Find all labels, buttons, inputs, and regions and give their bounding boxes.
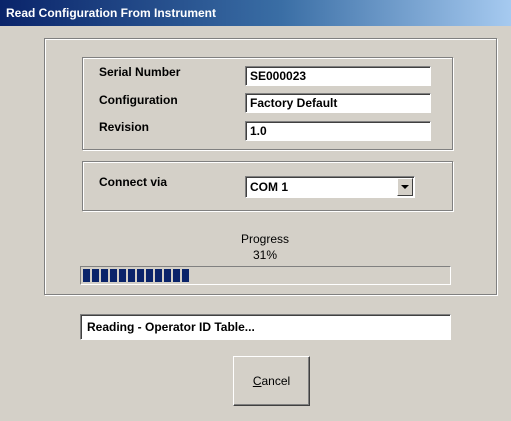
- title-bar[interactable]: Read Configuration From Instrument: [0, 0, 511, 26]
- revision-label: Revision: [99, 120, 150, 134]
- progress-bar-fill: [83, 269, 191, 282]
- dialog-window: Read Configuration From Instrument Seria…: [0, 0, 511, 421]
- progress-percent: 31%: [252, 248, 278, 262]
- configuration-label: Configuration: [99, 93, 178, 107]
- progress-bar: [80, 266, 451, 285]
- configuration-field[interactable]: Factory Default: [245, 93, 431, 113]
- progress-label: Progress: [240, 232, 290, 246]
- connect-via-value: COM 1: [250, 180, 289, 194]
- window-title: Read Configuration From Instrument: [6, 6, 216, 20]
- status-message: Reading - Operator ID Table...: [80, 314, 451, 340]
- revision-field[interactable]: 1.0: [245, 121, 431, 141]
- connect-via-select[interactable]: COM 1: [245, 176, 415, 198]
- cancel-button[interactable]: Cancel: [233, 356, 310, 406]
- dropdown-button[interactable]: [397, 178, 413, 196]
- cancel-label: ancel: [261, 374, 291, 388]
- chevron-down-icon: [401, 185, 409, 189]
- serial-number-field[interactable]: SE000023: [245, 66, 431, 86]
- connect-via-label: Connect via: [99, 175, 168, 189]
- serial-number-label: Serial Number: [99, 65, 181, 79]
